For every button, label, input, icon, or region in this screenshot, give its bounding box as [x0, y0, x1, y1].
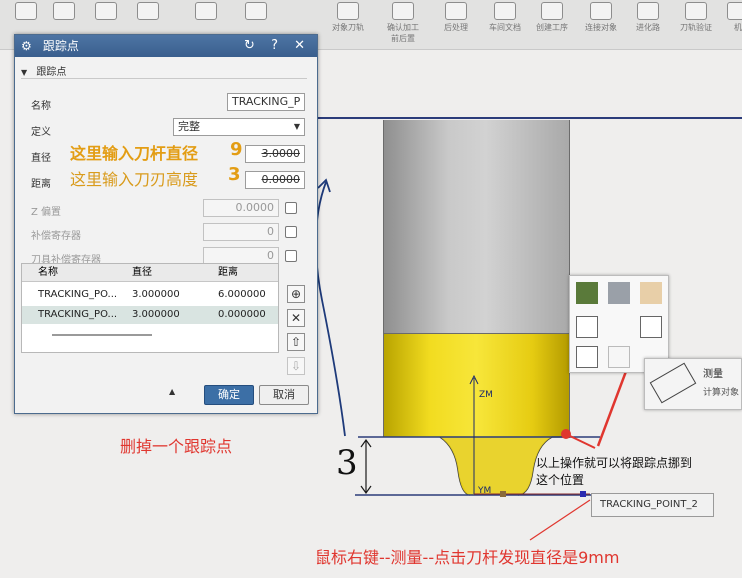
delete-point-button[interactable]: ✕ — [287, 309, 305, 327]
dialog-title-bar[interactable]: ⚙ 跟踪点 ↻ ? ✕ — [15, 35, 317, 57]
distance-label: 距离 — [31, 179, 51, 190]
tracking-point-dialog: ⚙ 跟踪点 ↻ ? ✕ ▼ 跟踪点 名称 TRACKING_P 定义 完整 ▼ … — [14, 34, 318, 414]
diameter-number: 9 — [230, 139, 243, 160]
arrow-up-icon: ⇧ — [290, 335, 302, 349]
height-number: 3 — [228, 164, 241, 185]
tooltip-title: 测量 — [703, 369, 723, 380]
orient-icon[interactable] — [576, 316, 598, 338]
arrow-down-icon: ⇩ — [290, 359, 302, 373]
dimension-number: 3 — [336, 443, 358, 483]
comp-register-checkbox[interactable] — [285, 226, 297, 238]
gear-icon: ⚙ — [21, 39, 32, 53]
tool-comp-register-checkbox[interactable] — [285, 250, 297, 262]
cancel-button[interactable]: 取消 — [259, 385, 309, 405]
tooltip-subtitle: 计算对象 — [703, 388, 740, 398]
shaded-icon[interactable] — [576, 282, 598, 304]
move-down-button[interactable]: ⇩ — [287, 357, 305, 375]
table-row[interactable]: TRACKING_PO... 3.000000 6.000000 — [22, 286, 278, 304]
define-label: 定义 — [31, 127, 51, 138]
tracking-point-label[interactable]: TRACKING_POINT_2 — [591, 493, 714, 517]
collapse-arrow-icon: ▼ — [21, 68, 28, 77]
define-value: 完整 — [178, 120, 200, 133]
zoffset-label: Z 偏置 — [31, 207, 62, 218]
ym-axis-label: YM — [478, 486, 492, 496]
wireframe-icon[interactable] — [608, 282, 630, 304]
drag-note: 以上操作就可以将跟踪点挪到 这个位置 — [536, 456, 693, 487]
distance-field[interactable]: 0.0000 — [245, 171, 305, 189]
diameter-hint: 这里输入刀杆直径 — [70, 144, 199, 163]
tracking-point-table: 名称 直径 距离 TRACKING_PO... 3.000000 6.00000… — [21, 263, 279, 353]
delete-note: 删掉一个跟踪点 — [120, 437, 233, 456]
column-header-name[interactable]: 名称 — [38, 264, 58, 282]
fit-icon[interactable] — [576, 346, 598, 368]
table-scrollbar[interactable] — [52, 334, 152, 336]
name-label: 名称 — [31, 101, 51, 112]
define-select[interactable]: 完整 ▼ — [173, 118, 305, 136]
diameter-field[interactable]: 3.0000 — [245, 145, 305, 163]
zoffset-checkbox[interactable] — [285, 202, 297, 214]
dialog-window-controls[interactable]: ↻ ? ✕ — [244, 35, 311, 57]
table-header: 名称 直径 距离 — [22, 264, 278, 282]
view-icon[interactable] — [608, 346, 630, 368]
close-icon: ✕ — [290, 311, 302, 325]
zoffset-field[interactable]: 0.0000 — [203, 199, 279, 217]
comp-register-label: 补偿寄存器 — [31, 231, 81, 242]
column-header-diameter[interactable]: 直径 — [132, 264, 152, 282]
section-title: 跟踪点 — [36, 67, 67, 78]
name-field[interactable]: TRACKING_P — [227, 93, 305, 111]
measure-tooltip: 测量 计算对象 — [644, 358, 742, 410]
table-row-selected[interactable]: TRACKING_PO... 3.000000 0.000000 — [22, 306, 278, 324]
ok-button[interactable]: 确定 — [204, 385, 254, 405]
zm-axis-label: ZM — [479, 390, 493, 400]
diameter-label: 直径 — [31, 153, 51, 164]
measure-icon[interactable] — [640, 316, 662, 338]
height-hint: 这里输入刀刃高度 — [70, 170, 199, 189]
column-header-distance[interactable]: 距离 — [218, 264, 238, 282]
comp-register-field[interactable]: 0 — [203, 223, 279, 241]
studio-icon[interactable] — [640, 282, 662, 304]
plus-icon: ⊕ — [290, 287, 302, 301]
add-point-button[interactable]: ⊕ — [287, 285, 305, 303]
chevron-down-icon: ▼ — [293, 122, 300, 131]
expand-more-icon[interactable]: ▲ — [169, 387, 175, 396]
move-up-button[interactable]: ⇧ — [287, 333, 305, 351]
dialog-title: 跟踪点 — [42, 39, 79, 53]
measure-note: 鼠标右键--测量--点击刀杆发现直径是9mm — [315, 548, 620, 567]
ruler-icon — [649, 362, 697, 404]
section-header[interactable]: ▼ 跟踪点 — [21, 63, 307, 79]
